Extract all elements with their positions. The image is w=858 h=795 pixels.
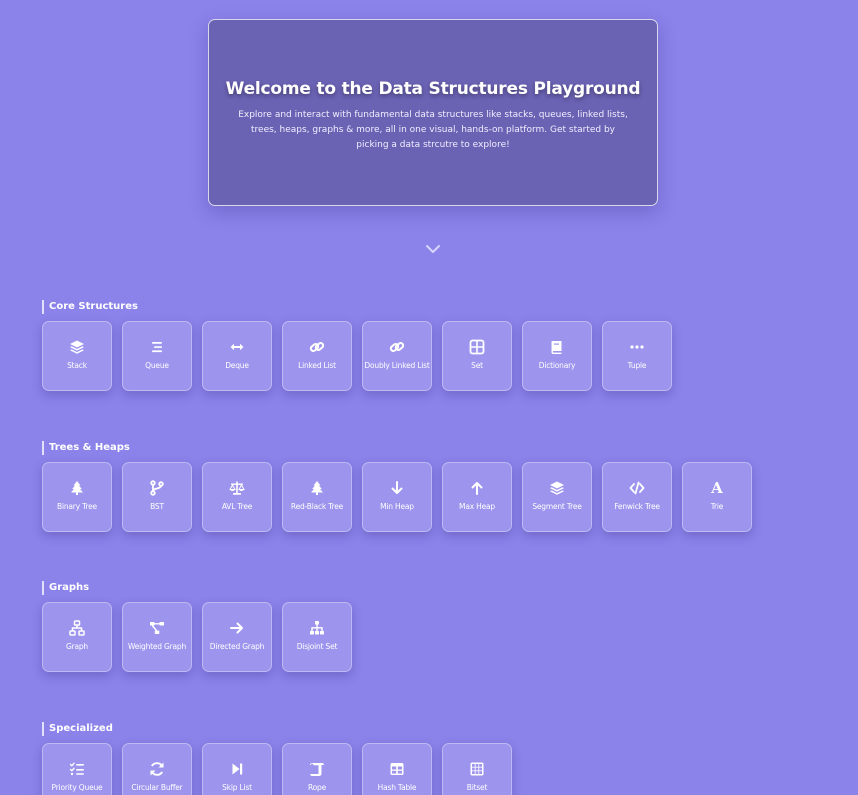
card-queue[interactable]: Queue: [122, 321, 192, 391]
section-title: Trees & Heaps: [42, 441, 752, 455]
card-set[interactable]: Set: [442, 321, 512, 391]
book-icon: [549, 339, 565, 355]
card-label: Binary Tree: [57, 502, 97, 511]
section-title: Core Structures: [42, 300, 672, 314]
layers-icon: [69, 339, 85, 355]
link-icon: [309, 339, 325, 355]
arrow-up-icon: [469, 480, 485, 496]
section-title: Graphs: [42, 581, 352, 595]
card-linked-list[interactable]: Linked List: [282, 321, 352, 391]
card-list: Stack Queue Deque Linked List Doubly Linked …: [42, 321, 672, 391]
step-forward-icon: [229, 761, 245, 777]
tree-icon: [69, 480, 85, 496]
card-label: Linked List: [298, 361, 336, 370]
card-label: Segment Tree: [532, 502, 582, 511]
card-list: Priority Queue Circular Buffer Skip List Ro…: [42, 743, 512, 795]
card-deque[interactable]: Deque: [202, 321, 272, 391]
card-label: Directed Graph: [209, 642, 265, 651]
card-min-heap[interactable]: Min Heap: [362, 462, 432, 532]
network-icon: [69, 620, 85, 636]
card-avl-tree[interactable]: AVL Tree: [202, 462, 272, 532]
scroll-icon: [309, 761, 325, 777]
code-branch-icon: [149, 480, 165, 496]
card-tuple[interactable]: Tuple: [602, 321, 672, 391]
card-list: Binary Tree BST AVL Tree Red-Black Tree Min …: [42, 462, 752, 532]
hero-title: Welcome to the Data Structures Playgroun…: [225, 78, 641, 99]
card-weighted-graph[interactable]: Weighted Graph: [122, 602, 192, 672]
card-label: Stack: [67, 361, 87, 370]
section-core-structures: Core Structures Stack Queue Deque Linked Li…: [42, 300, 672, 391]
playground-page: Welcome to the Data Structures Playgroun…: [0, 0, 858, 795]
card-label: Deque: [225, 361, 249, 370]
project-diagram-icon: [149, 620, 165, 636]
card-list: Graph Weighted Graph Directed Graph Disjoin…: [42, 602, 352, 672]
card-label: Skip List: [222, 783, 252, 792]
section-trees-heaps: Trees & Heaps Binary Tree BST AVL Tree Red-…: [42, 441, 752, 532]
chevron-down-icon[interactable]: [424, 243, 442, 255]
code-icon: [629, 480, 645, 496]
font-icon: A: [711, 479, 723, 497]
balance-scale-icon: [229, 480, 245, 496]
card-label: Hash Table: [377, 783, 417, 792]
card-label: Fenwick Tree: [614, 502, 660, 511]
card-disjoint-set[interactable]: Disjoint Set: [282, 602, 352, 672]
card-dictionary[interactable]: Dictionary: [522, 321, 592, 391]
hero-description: Explore and interact with fundamental da…: [238, 109, 628, 150]
card-label: Trie: [710, 502, 724, 511]
card-label: Dictionary: [538, 361, 576, 370]
section-title: Specialized: [42, 722, 512, 736]
card-hash-table[interactable]: Hash Table: [362, 743, 432, 795]
list-check-icon: [69, 761, 85, 777]
card-label: Red-Black Tree: [290, 502, 344, 511]
table-cells-icon: [469, 761, 485, 777]
card-graph[interactable]: Graph: [42, 602, 112, 672]
hero-panel: Welcome to the Data Structures Playgroun…: [208, 19, 658, 206]
layers-icon: [549, 480, 565, 496]
card-label: Min Heap: [380, 502, 414, 511]
card-label: Graph: [65, 642, 88, 651]
card-label: Rope: [307, 783, 327, 792]
card-trie[interactable]: A Trie: [682, 462, 752, 532]
card-label: Disjoint Set: [296, 642, 338, 651]
arrow-right-icon: [229, 620, 245, 636]
card-label: Weighted Graph: [127, 642, 187, 651]
card-priority-queue[interactable]: Priority Queue: [42, 743, 112, 795]
card-max-heap[interactable]: Max Heap: [442, 462, 512, 532]
card-label: Doubly Linked List: [364, 361, 430, 370]
card-stack[interactable]: Stack: [42, 321, 112, 391]
section-specialized: Specialized Priority Queue Circular Buffe…: [42, 722, 512, 795]
card-label: Set: [471, 361, 483, 370]
card-label: Priority Queue: [51, 783, 103, 792]
card-label: BST: [150, 502, 164, 511]
arrows-left-right-icon: [229, 339, 245, 355]
card-fenwick-tree[interactable]: Fenwick Tree: [602, 462, 672, 532]
section-graphs: Graphs Graph Weighted Graph Directed Graph…: [42, 581, 352, 672]
card-bst[interactable]: BST: [122, 462, 192, 532]
sitemap-icon: [309, 620, 325, 636]
card-red-black-tree[interactable]: Red-Black Tree: [282, 462, 352, 532]
table-icon: [389, 761, 405, 777]
grid-icon: [469, 339, 485, 355]
card-label: Circular Buffer: [131, 783, 183, 792]
ellipsis-icon: [629, 339, 645, 355]
card-circular-buffer[interactable]: Circular Buffer: [122, 743, 192, 795]
card-label: Queue: [145, 361, 169, 370]
card-binary-tree[interactable]: Binary Tree: [42, 462, 112, 532]
card-skip-list[interactable]: Skip List: [202, 743, 272, 795]
card-doubly-linked-list[interactable]: Doubly Linked List: [362, 321, 432, 391]
card-rope[interactable]: Rope: [282, 743, 352, 795]
bars-icon: [149, 339, 165, 355]
card-segment-tree[interactable]: Segment Tree: [522, 462, 592, 532]
card-directed-graph[interactable]: Directed Graph: [202, 602, 272, 672]
link-icon: [389, 339, 405, 355]
card-bitset[interactable]: Bitset: [442, 743, 512, 795]
card-label: Bitset: [466, 783, 488, 792]
tree-icon: [309, 480, 325, 496]
card-label: Max Heap: [459, 502, 495, 511]
card-label: AVL Tree: [221, 502, 253, 511]
arrow-down-icon: [389, 480, 405, 496]
card-label: Tuple: [627, 361, 647, 370]
sync-icon: [149, 761, 165, 777]
